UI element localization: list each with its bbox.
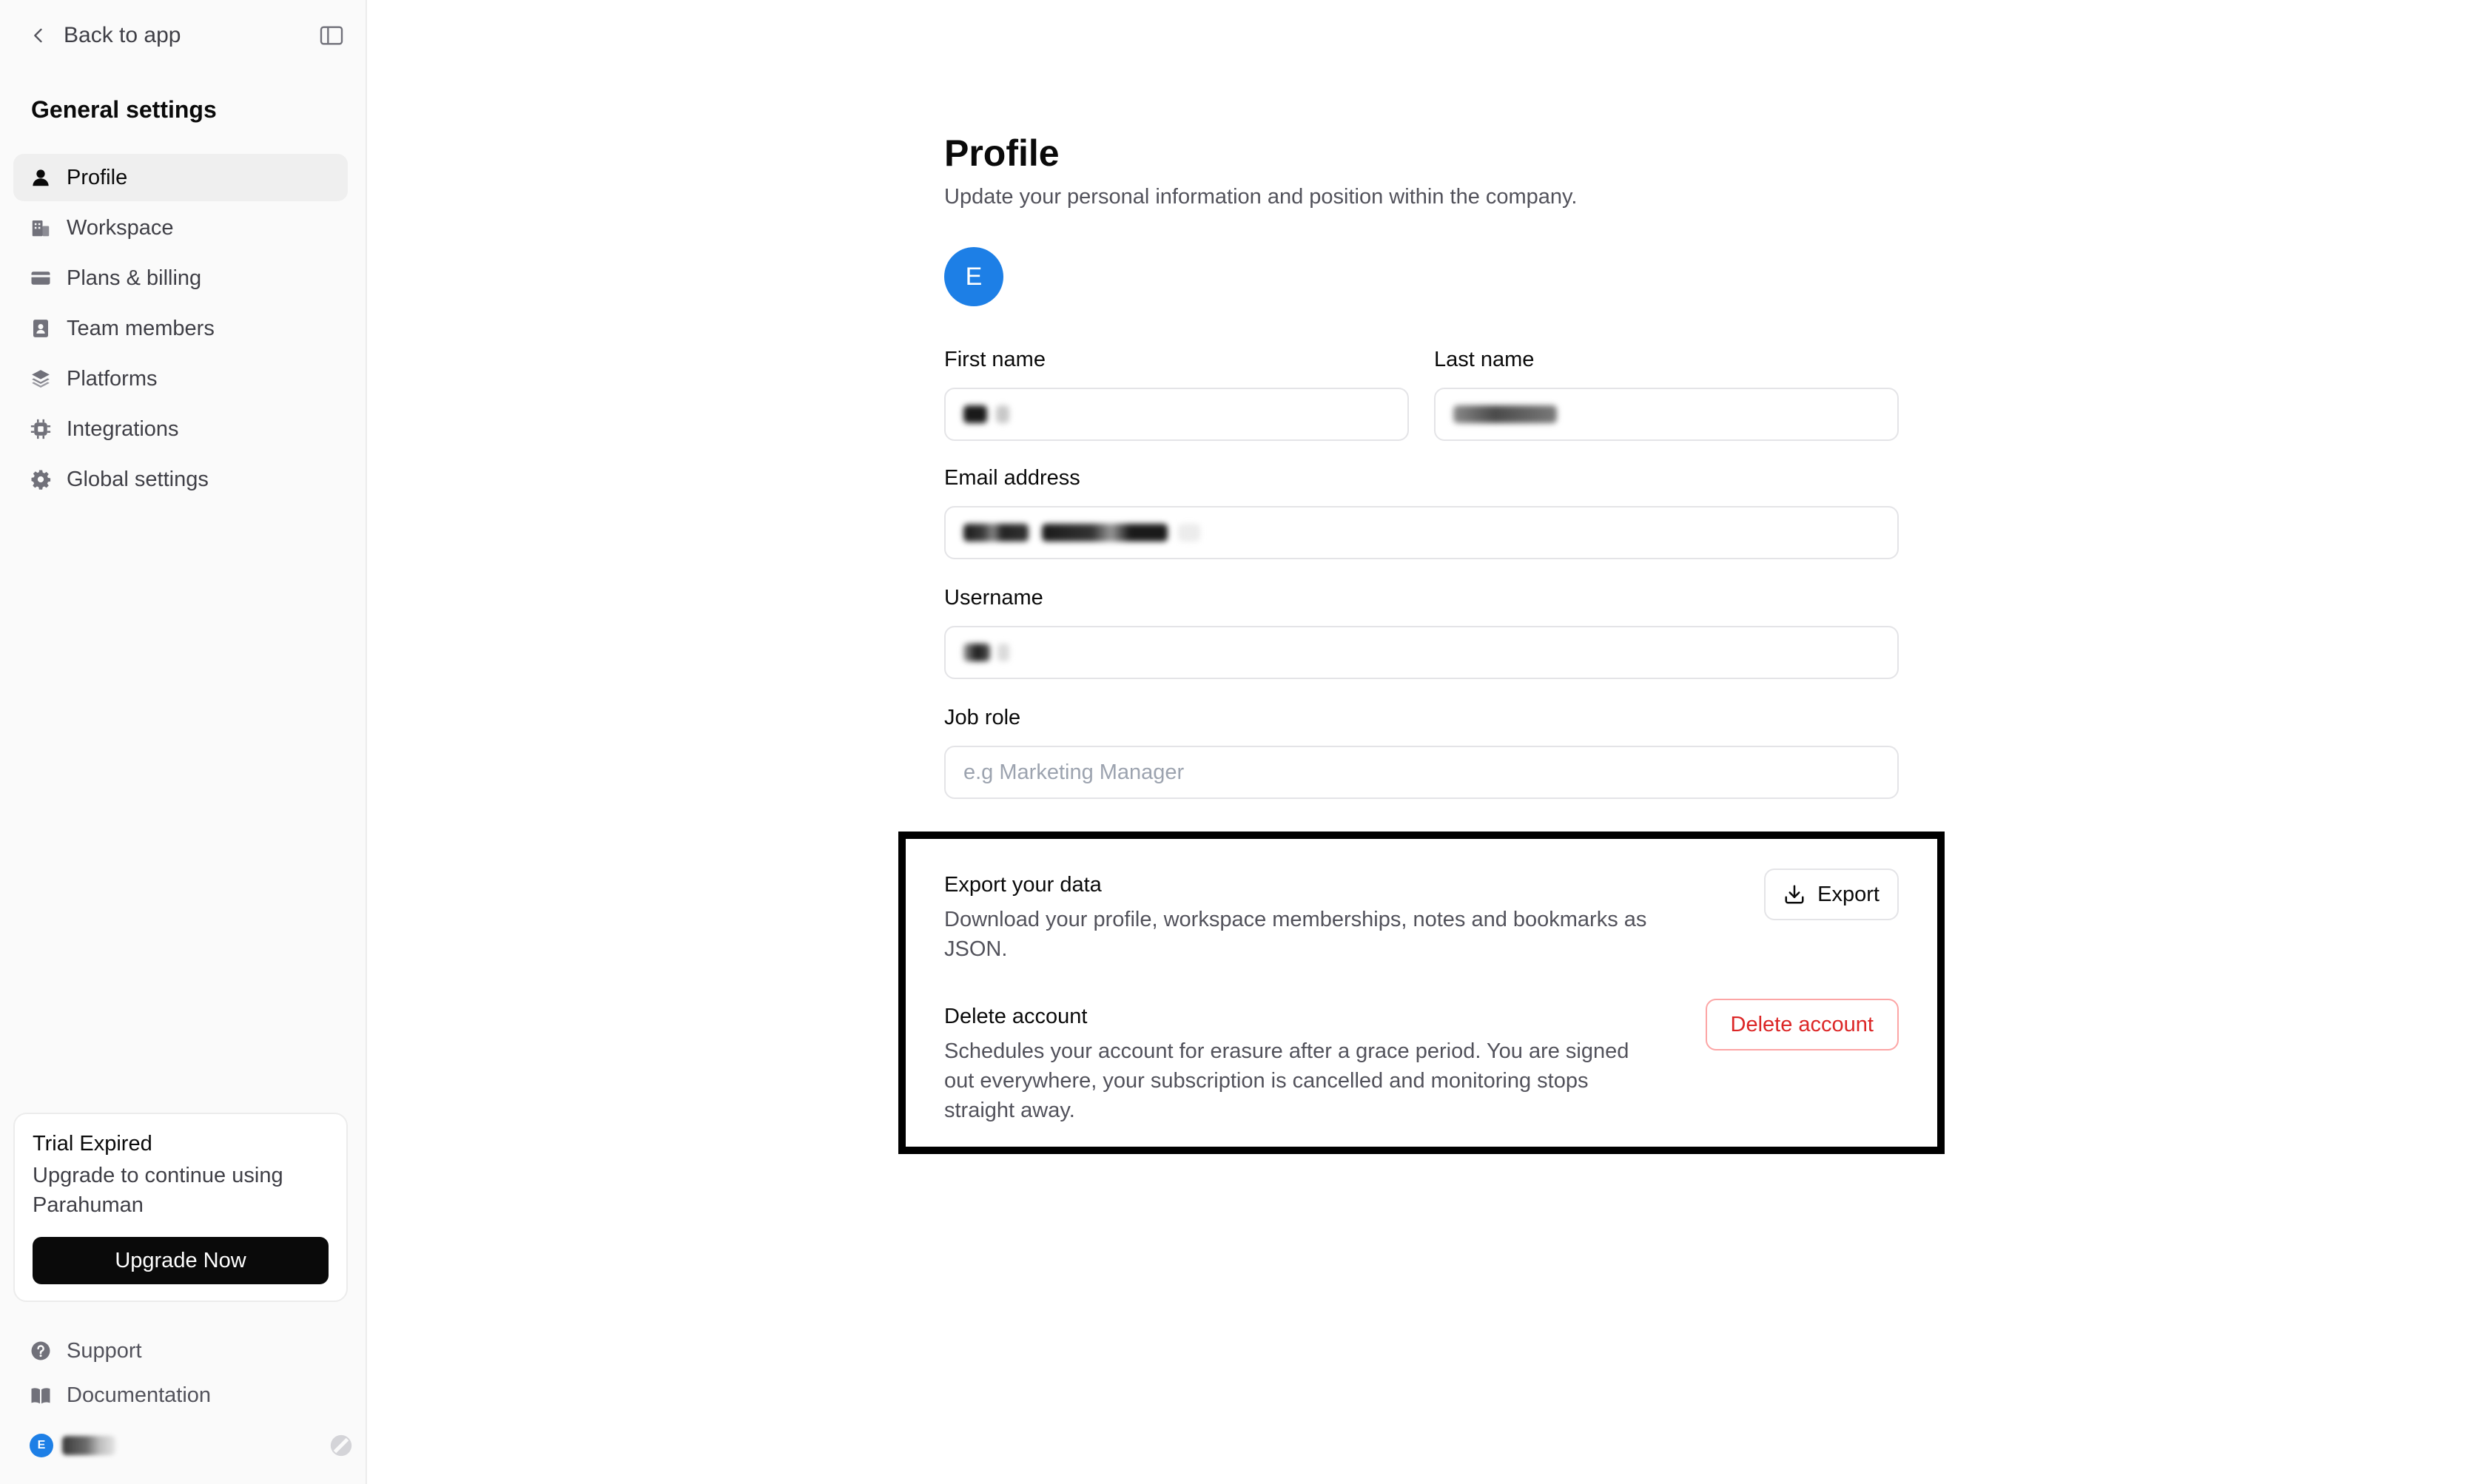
- last-name-label: Last name: [1434, 348, 1535, 371]
- job-role-label: Job role: [944, 706, 1021, 729]
- back-to-app-link[interactable]: Back to app: [28, 23, 181, 48]
- username-label: Username: [944, 586, 1043, 610]
- redacted-value: [1042, 524, 1168, 542]
- last-name-field[interactable]: [1434, 388, 1899, 441]
- chip-icon: [30, 419, 51, 439]
- page-title: Profile: [944, 132, 1060, 174]
- theme-toggle-icon[interactable]: [329, 1433, 354, 1458]
- sidebar-item-label: Workspace: [67, 215, 174, 240]
- redacted-value: [1453, 405, 1557, 423]
- book-icon: [31, 1388, 50, 1404]
- sidebar-item-label: Plans & billing: [67, 266, 202, 290]
- username-field[interactable]: [944, 626, 1899, 679]
- sidebar-item-platforms[interactable]: Platforms: [13, 355, 348, 402]
- delete-account-button[interactable]: Delete account: [1705, 999, 1899, 1050]
- trial-text: Upgrade to continue using Parahuman: [33, 1164, 283, 1217]
- export-description: Download your profile, workspace members…: [944, 908, 1647, 961]
- sidebar-item-team-members[interactable]: Team members: [13, 305, 348, 352]
- support-label: Support: [67, 1338, 142, 1363]
- redacted-value: [1178, 524, 1200, 542]
- settings-nav: Profile Workspace Plans & billing Team m…: [13, 154, 348, 506]
- first-name-field[interactable]: [944, 388, 1409, 441]
- sidebar-item-workspace[interactable]: Workspace: [13, 204, 348, 252]
- first-name-label: First name: [944, 348, 1046, 371]
- export-button-label: Export: [1817, 882, 1880, 906]
- user-avatar: E: [30, 1434, 53, 1457]
- sidebar-footer-links: Support Documentation: [30, 1329, 211, 1417]
- user-name-redacted: [62, 1436, 115, 1455]
- sidebar-title: General settings: [31, 96, 217, 123]
- export-data-section: Export your data Download your profile, …: [944, 869, 1899, 964]
- sidebar-item-global-settings[interactable]: Global settings: [13, 456, 348, 503]
- trial-expired-card: Trial Expired Upgrade to continue using …: [13, 1113, 348, 1302]
- sidebar-item-label: Team members: [67, 316, 215, 340]
- sidebar-item-label: Global settings: [67, 467, 209, 491]
- documentation-link[interactable]: Documentation: [30, 1373, 211, 1417]
- sidebar-item-profile[interactable]: Profile: [13, 154, 348, 201]
- redacted-value: [963, 405, 987, 423]
- building-icon: [32, 220, 50, 237]
- help-circle-icon: [31, 1341, 50, 1360]
- delete-account-section: Delete account Schedules your account fo…: [944, 999, 1899, 1125]
- settings-app: Back to app General settings Profile Wor…: [0, 0, 2470, 1484]
- sidebar-toggle-icon[interactable]: [320, 25, 343, 46]
- export-button[interactable]: Export: [1764, 869, 1899, 920]
- upgrade-now-button[interactable]: Upgrade Now: [33, 1237, 329, 1284]
- current-user-row[interactable]: E: [30, 1429, 354, 1462]
- export-title: Export your data: [944, 873, 1102, 897]
- download-icon: [1785, 885, 1804, 904]
- contact-book-icon: [33, 320, 48, 337]
- redacted-value: [996, 405, 1009, 423]
- chevron-left-icon: [34, 28, 42, 43]
- redacted-value: [963, 644, 990, 661]
- gear-icon: [31, 470, 51, 490]
- sidebar-item-label: Profile: [67, 165, 128, 189]
- sidebar-header: Back to app: [28, 19, 343, 52]
- redacted-value: [997, 644, 1009, 661]
- email-field[interactable]: [944, 506, 1899, 559]
- profile-avatar[interactable]: E: [944, 247, 1003, 306]
- layers-icon: [32, 370, 50, 388]
- job-role-field[interactable]: e.g Marketing Manager: [944, 746, 1899, 799]
- support-link[interactable]: Support: [30, 1329, 211, 1373]
- email-label: Email address: [944, 466, 1080, 490]
- documentation-label: Documentation: [67, 1383, 212, 1407]
- trial-title: Trial Expired: [33, 1132, 152, 1156]
- sidebar-item-label: Integrations: [67, 416, 179, 441]
- credit-card-icon: [31, 271, 50, 285]
- redacted-value: [963, 524, 1029, 542]
- user-icon: [33, 169, 49, 186]
- back-to-app-label: Back to app: [64, 23, 181, 47]
- sidebar-item-integrations[interactable]: Integrations: [13, 405, 348, 453]
- sidebar-item-plans-billing[interactable]: Plans & billing: [13, 254, 348, 302]
- settings-sidebar: Back to app General settings Profile Wor…: [0, 0, 367, 1484]
- page-subtitle: Update your personal information and pos…: [944, 185, 1578, 209]
- delete-description: Schedules your account for erasure after…: [944, 1039, 1629, 1122]
- sidebar-item-label: Platforms: [67, 366, 158, 391]
